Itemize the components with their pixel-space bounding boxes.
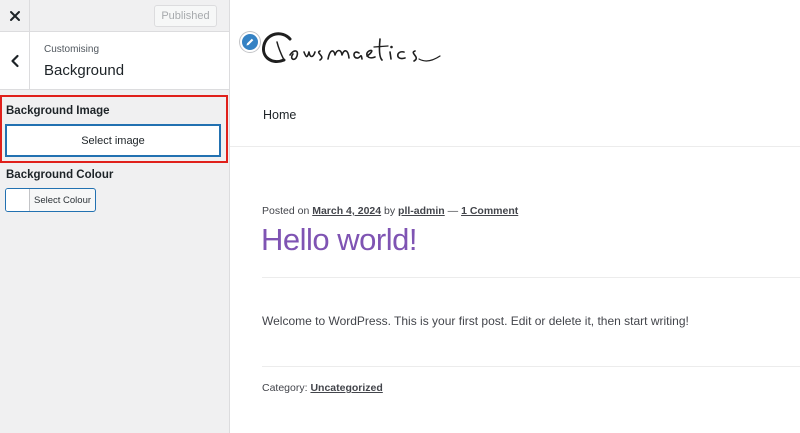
site-logo[interactable] [260,25,442,73]
close-icon [9,10,20,21]
published-button[interactable]: Published [154,5,217,27]
chevron-left-icon [10,54,19,67]
site-preview: Home Posted on March 4, 2024 by pll-admi… [230,0,800,433]
post-category: Category: Uncategorized [262,382,383,394]
nav-home-link[interactable]: Home [263,108,296,122]
pencil-icon [246,38,254,46]
meta-separator: — [447,205,459,217]
select-image-button[interactable]: Select image [5,124,221,157]
post-date-link[interactable]: March 4, 2024 [312,205,381,217]
section-header: Customising Background [0,32,229,90]
post-meta: Posted on March 4, 2024 by pll-admin — 1… [262,205,518,217]
customizer-topbar: Published [0,0,229,32]
content-divider [262,366,800,367]
select-colour-button[interactable]: Select Colour [5,188,96,212]
edit-logo-shortcut[interactable] [240,32,260,52]
post-author-link[interactable]: pll-admin [398,205,445,217]
header-divider [230,146,800,147]
select-colour-label: Select Colour [33,194,92,206]
posted-on-label: Posted on [262,205,310,217]
close-customizer-button[interactable] [0,0,30,31]
category-label: Category: [262,382,308,394]
post-content: Welcome to WordPress. This is your first… [262,314,689,328]
title-divider [262,277,800,278]
background-image-label: Background Image [6,105,110,117]
colour-swatch[interactable] [6,189,30,211]
breadcrumb: Customising [44,44,100,55]
post-title[interactable]: Hello world! [261,222,417,258]
section-title: Background [44,62,125,79]
customizer-sidebar: Published Customising Background Backgro… [0,0,230,433]
background-colour-label: Background Colour [6,169,114,181]
back-button[interactable] [0,32,30,89]
category-link[interactable]: Uncategorized [310,382,382,394]
post-comments-link[interactable]: 1 Comment [461,205,518,217]
by-label: by [384,205,396,217]
